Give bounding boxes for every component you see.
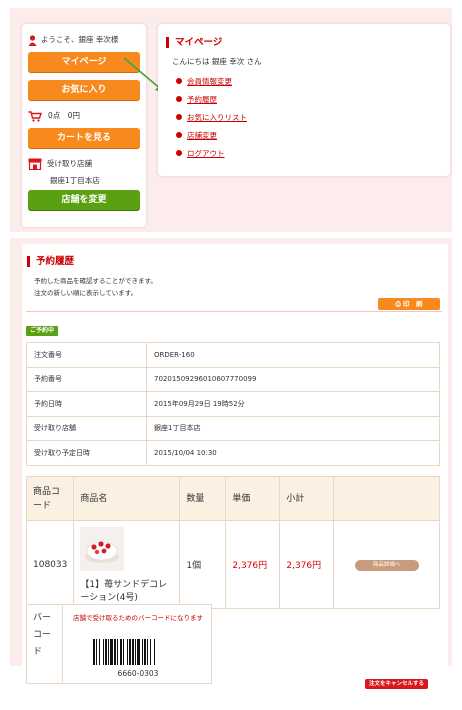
- info-key: 受け取り店舗: [26, 415, 147, 441]
- col-header-qty: 数量: [179, 476, 227, 521]
- store-heading: 受け取り店舗: [28, 158, 92, 171]
- link-label: 予約履歴: [187, 95, 217, 104]
- col-header-name: 商品名: [73, 476, 181, 521]
- item-subtotal: 2,376円: [279, 520, 335, 609]
- divider: [26, 311, 442, 312]
- link-store-change[interactable]: 店舗変更: [176, 130, 217, 141]
- info-value: 70201509296010607770099: [146, 366, 440, 392]
- product-detail-button[interactable]: 商品詳細へ: [354, 559, 419, 571]
- table-row: 予約番号 70201509296010607770099: [26, 366, 440, 392]
- barcode-number: 6660-0303: [117, 669, 159, 678]
- cart-icon: [28, 110, 42, 122]
- table-row: 受け取り店舗 銀座1丁目本店: [26, 415, 440, 441]
- cancel-order-button[interactable]: 注文をキャンセルする: [365, 679, 428, 689]
- account-area: ようこそ、銀座 幸次様 マイページ お気に入り 0点 0円 カートを見る 受け取…: [10, 8, 452, 232]
- link-label: 会員情報変更: [187, 77, 232, 86]
- cart-count-text: 0点 0円: [48, 111, 81, 120]
- bullet-icon: [176, 96, 182, 102]
- mypage-panel: マイページ こんにちは 銀座 幸次 さん 会員情報変更 予約履歴 お気に入りリス…: [158, 24, 450, 176]
- col-header-unit-price: 単価: [225, 476, 281, 521]
- view-cart-button[interactable]: カートを見る: [28, 128, 140, 148]
- link-reservation-history[interactable]: 予約履歴: [176, 94, 217, 105]
- store-name: 銀座1丁目本店: [50, 176, 100, 185]
- info-key: 予約日時: [26, 391, 147, 417]
- change-store-button[interactable]: 店舗を変更: [28, 190, 140, 210]
- welcome-message: ようこそ、銀座 幸次様: [28, 34, 118, 46]
- greeting-text: こんにちは 銀座 幸次 さん: [172, 57, 262, 66]
- item-unit-price: 2,376円: [225, 520, 281, 609]
- barcode-image: [93, 639, 155, 665]
- reservation-panel: 予約履歴 予約した商品を確認することができます。 注文の新しい順に表示しています…: [22, 244, 448, 666]
- account-sidebar: ようこそ、銀座 幸次様 マイページ お気に入り 0点 0円 カートを見る 受け取…: [22, 24, 146, 227]
- status-badge: ご予約中: [26, 326, 59, 336]
- order-info-table: 注文番号 ORDER-160 予約番号 7020150929601060777009…: [26, 342, 440, 466]
- info-value: 銀座1丁目本店: [146, 415, 440, 441]
- link-logout[interactable]: ログアウト: [176, 148, 225, 159]
- item-name-cell: 【1】苺サンドデコレーション(4号): [73, 520, 181, 609]
- info-value: ORDER-160: [146, 342, 440, 368]
- link-label: ログアウト: [187, 149, 225, 158]
- reservation-title: 予約履歴: [27, 256, 74, 267]
- description-line: 予約した商品を確認することができます。: [34, 277, 157, 285]
- col-header-code: 商品コード: [25, 476, 75, 521]
- print-button[interactable]: ⎙ 印 刷: [378, 298, 440, 310]
- link-label: お気に入りリスト: [187, 113, 247, 122]
- reservation-area: 予約履歴 予約した商品を確認することができます。 注文の新しい順に表示しています…: [10, 238, 452, 666]
- print-label: 印 刷: [402, 300, 423, 308]
- mypage-title: マイページ: [166, 37, 222, 48]
- info-value: 2015年09月29日 19時52分: [146, 391, 440, 417]
- item-action-cell: 商品詳細へ: [333, 520, 440, 609]
- table-row: 予約日時 2015年09月29日 19時52分: [26, 391, 440, 417]
- item-name[interactable]: 【1】苺サンドデコレーション(4号): [80, 580, 167, 603]
- col-header-action: [333, 476, 440, 521]
- bullet-icon: [176, 114, 182, 120]
- bullet-icon: [176, 150, 182, 156]
- link-label: 店舗変更: [187, 131, 217, 140]
- barcode-note: 店舗で受け取るためのバーコードになります: [73, 614, 203, 622]
- printer-icon: ⎙: [395, 300, 403, 308]
- link-member-info[interactable]: 会員情報変更: [176, 76, 232, 87]
- welcome-text: ようこそ、銀座 幸次様: [41, 35, 119, 44]
- info-key: 注文番号: [26, 342, 147, 368]
- cart-summary: 0点 0円: [28, 110, 80, 122]
- info-key: 受け取り予定日時: [26, 440, 147, 466]
- description-line: 注文の新しい順に表示しています。: [34, 289, 138, 297]
- item-code: 108033: [25, 520, 75, 609]
- store-icon: [28, 158, 42, 171]
- order-items-table: 商品コード 商品名 数量 単価 小計 108033 【1】苺サンドデコレーション…: [25, 476, 440, 609]
- col-header-subtotal: 小計: [279, 476, 335, 521]
- bullet-icon: [176, 132, 182, 138]
- table-row: 注文番号 ORDER-160: [26, 342, 440, 368]
- store-heading-text: 受け取り店舗: [47, 159, 92, 168]
- link-favorites-list[interactable]: お気に入りリスト: [176, 112, 247, 123]
- bullet-icon: [176, 78, 182, 84]
- cake-image[interactable]: [80, 526, 125, 571]
- table-row: 受け取り予定日時 2015/10/04 10:30: [26, 440, 440, 466]
- info-value: 2015/10/04 10:30: [146, 440, 440, 466]
- barcode-box: バーコード 店舗で受け取るためのバーコードになります 6660-0303: [26, 604, 212, 684]
- table-row: 108033 【1】苺サンドデコレーション(4号) 1個 2,376円 2,37…: [25, 520, 440, 609]
- barcode-label: バーコード: [27, 605, 63, 683]
- info-key: 予約番号: [26, 366, 147, 392]
- item-qty: 1個: [179, 520, 227, 609]
- user-icon: [28, 34, 37, 46]
- table-header-row: 商品コード 商品名 数量 単価 小計: [25, 476, 440, 521]
